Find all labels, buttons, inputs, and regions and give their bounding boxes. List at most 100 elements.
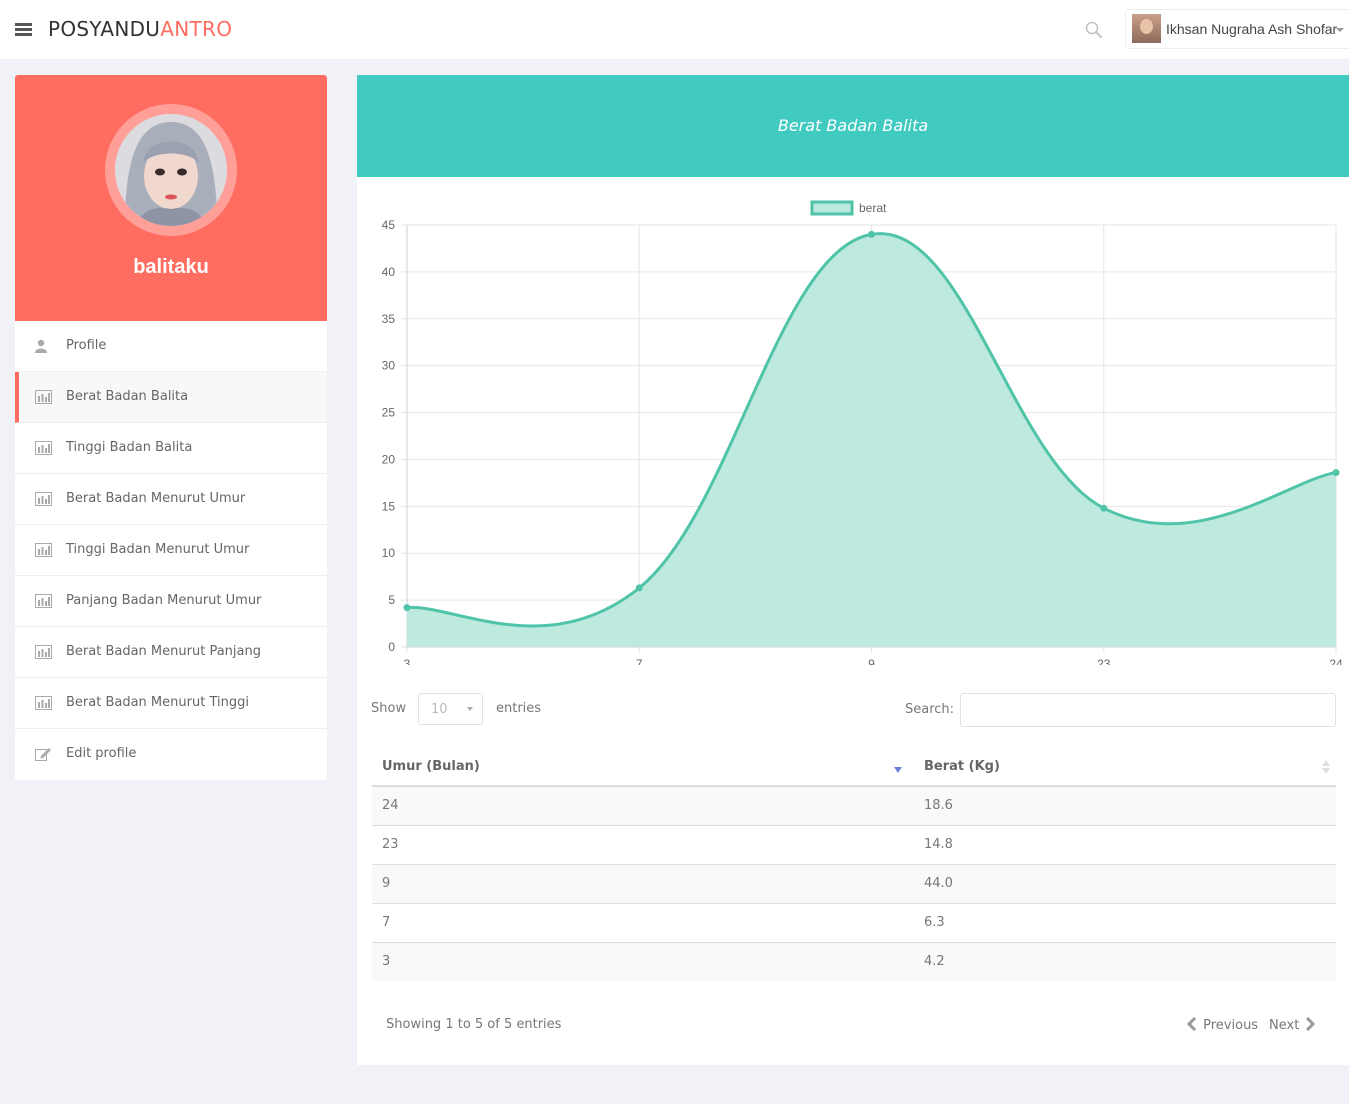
table-row: 23 14.8 <box>372 824 1336 864</box>
legend-label: berat <box>859 201 887 215</box>
column-header-label: Berat (Kg) <box>924 758 1000 774</box>
table-cell: 7 <box>372 902 914 942</box>
show-label: Show <box>371 701 407 716</box>
profile-name: balitaku <box>133 256 209 278</box>
table-cell: 44.0 <box>914 863 1336 903</box>
page-size-select[interactable]: 10 <box>418 693 483 725</box>
data-point <box>1332 469 1340 477</box>
sidebar-item-label: Tinggi Badan Balita <box>66 440 193 455</box>
bar-chart-icon <box>35 696 52 710</box>
next-button[interactable]: Next <box>1269 1017 1316 1033</box>
sidebar-item-berat-badan-balita[interactable]: Berat Badan Balita <box>15 372 327 423</box>
y-tick-label: 5 <box>388 593 395 607</box>
sidebar-item-label: Panjang Badan Menurut Umur <box>66 593 262 608</box>
sidebar-item-label: Berat Badan Menurut Umur <box>66 491 246 506</box>
sidebar-item-tinggi-badan-balita[interactable]: Tinggi Badan Balita <box>15 423 327 474</box>
profile-avatar <box>115 114 227 226</box>
brand-logo[interactable]: POSYANDUANTRO <box>48 17 232 41</box>
y-tick-label: 10 <box>382 546 396 560</box>
x-tick-label: 3 <box>404 657 411 665</box>
table-cell: 4.2 <box>914 941 1336 981</box>
sidebar-item-label: Edit profile <box>66 746 137 761</box>
brand-accent: ANTRO <box>160 17 233 41</box>
data-point <box>868 230 875 238</box>
sidebar-item-panjang-badan-menurut-umur[interactable]: Panjang Badan Menurut Umur <box>15 576 327 627</box>
chevron-left-icon <box>1187 1017 1197 1031</box>
weight-chart: 0 5 10 15 20 25 30 35 40 45 3 7 9 23 24 berat <box>382 200 1343 665</box>
bar-chart-icon <box>35 543 52 557</box>
bar-chart-icon <box>35 441 52 455</box>
user-avatar <box>1132 14 1161 43</box>
sidebar-item-profile[interactable]: Profile <box>15 321 327 372</box>
table-cell: 3 <box>372 941 914 981</box>
y-tick-label: 20 <box>382 452 396 466</box>
page-title: Berat Badan Balita <box>777 116 929 135</box>
x-tick-label: 9 <box>868 657 875 665</box>
profile-card: balitaku <box>15 75 327 321</box>
y-tick-label: 40 <box>382 265 396 279</box>
table-info: Showing 1 to 5 of 5 entries <box>386 1017 562 1032</box>
table-cell: 24 <box>372 785 914 825</box>
x-tick-label: 23 <box>1097 657 1111 665</box>
data-table: Umur (Bulan) Berat (Kg) 24 18.6 23 14.8 94… <box>372 747 1336 981</box>
y-tick-label: 45 <box>382 218 396 232</box>
menu-toggle-icon[interactable] <box>15 23 32 36</box>
sidebar-item-berat-badan-menurut-panjang[interactable]: Berat Badan Menurut Panjang <box>15 627 327 678</box>
series-area <box>407 233 1336 647</box>
sidebar-item-label: Profile <box>66 338 107 353</box>
edit-icon <box>35 748 51 761</box>
bar-chart-icon <box>35 390 52 404</box>
column-header-label: Umur (Bulan) <box>382 758 480 774</box>
sidebar-item-label: Berat Badan Balita <box>66 389 189 404</box>
legend-swatch <box>810 200 854 216</box>
table-row: 7 6.3 <box>372 902 1336 942</box>
table-cell: 14.8 <box>914 824 1336 864</box>
table-cell: 23 <box>372 824 914 864</box>
table-cell: 9 <box>372 863 914 903</box>
user-name: Ikhsan Nugraha Ash Shofar <box>1166 21 1338 37</box>
data-point <box>635 584 643 592</box>
column-header-berat[interactable]: Berat (Kg) <box>914 747 1336 787</box>
table-cell: 18.6 <box>914 785 1336 825</box>
chevron-right-icon <box>1306 1017 1316 1031</box>
search-input[interactable] <box>960 693 1336 727</box>
bar-chart-icon <box>35 645 52 659</box>
previous-label: Previous <box>1203 1018 1259 1033</box>
bar-chart-icon <box>35 594 52 608</box>
search-label: Search: <box>905 702 955 717</box>
main-panel: Berat Badan Balita 0 5 10 15 20 25 30 35 40 45 3 7 9… <box>357 75 1349 1065</box>
sort-icon <box>1322 760 1330 774</box>
bar-chart-icon <box>35 492 52 506</box>
user-icon <box>35 339 47 353</box>
y-tick-label: 15 <box>382 499 396 513</box>
user-dropdown[interactable]: Ikhsan Nugraha Ash Shofar <box>1125 9 1349 49</box>
next-label: Next <box>1269 1018 1300 1033</box>
table-row: 9 44.0 <box>372 863 1336 903</box>
table-cell: 6.3 <box>914 902 1336 942</box>
sort-desc-icon <box>894 767 902 773</box>
y-tick-label: 25 <box>382 406 396 420</box>
sidebar-item-berat-badan-menurut-umur[interactable]: Berat Badan Menurut Umur <box>15 474 327 525</box>
page-size-value: 10 <box>431 702 448 717</box>
sidebar-item-edit-profile[interactable]: Edit profile <box>15 729 327 780</box>
x-tick-label: 24 <box>1329 657 1343 665</box>
column-header-umur[interactable]: Umur (Bulan) <box>372 747 914 787</box>
previous-button[interactable]: Previous <box>1187 1017 1258 1033</box>
sidebar-item-berat-badan-menurut-tinggi[interactable]: Berat Badan Menurut Tinggi <box>15 678 327 729</box>
profile-avatar-ring <box>105 104 237 236</box>
sidebar-item-label: Berat Badan Menurut Panjang <box>66 644 261 659</box>
top-bar: POSYANDUANTRO Ikhsan Nugraha Ash Shofar <box>0 0 1349 59</box>
sidebar-item-label: Tinggi Badan Menurut Umur <box>66 542 250 557</box>
x-tick-label: 7 <box>636 657 643 665</box>
y-tick-label: 0 <box>388 640 395 654</box>
sidebar-item-label: Berat Badan Menurut Tinggi <box>66 695 249 710</box>
sidebar-item-tinggi-badan-menurut-umur[interactable]: Tinggi Badan Menurut Umur <box>15 525 327 576</box>
brand-primary: POSYANDU <box>48 17 161 41</box>
y-tick-label: 35 <box>382 312 396 326</box>
entries-label: entries <box>496 701 542 716</box>
search-icon[interactable] <box>1085 21 1103 39</box>
y-tick-label: 30 <box>382 359 396 373</box>
data-point <box>403 604 411 612</box>
table-row: 24 18.6 <box>372 785 1336 825</box>
data-point <box>1100 504 1108 512</box>
